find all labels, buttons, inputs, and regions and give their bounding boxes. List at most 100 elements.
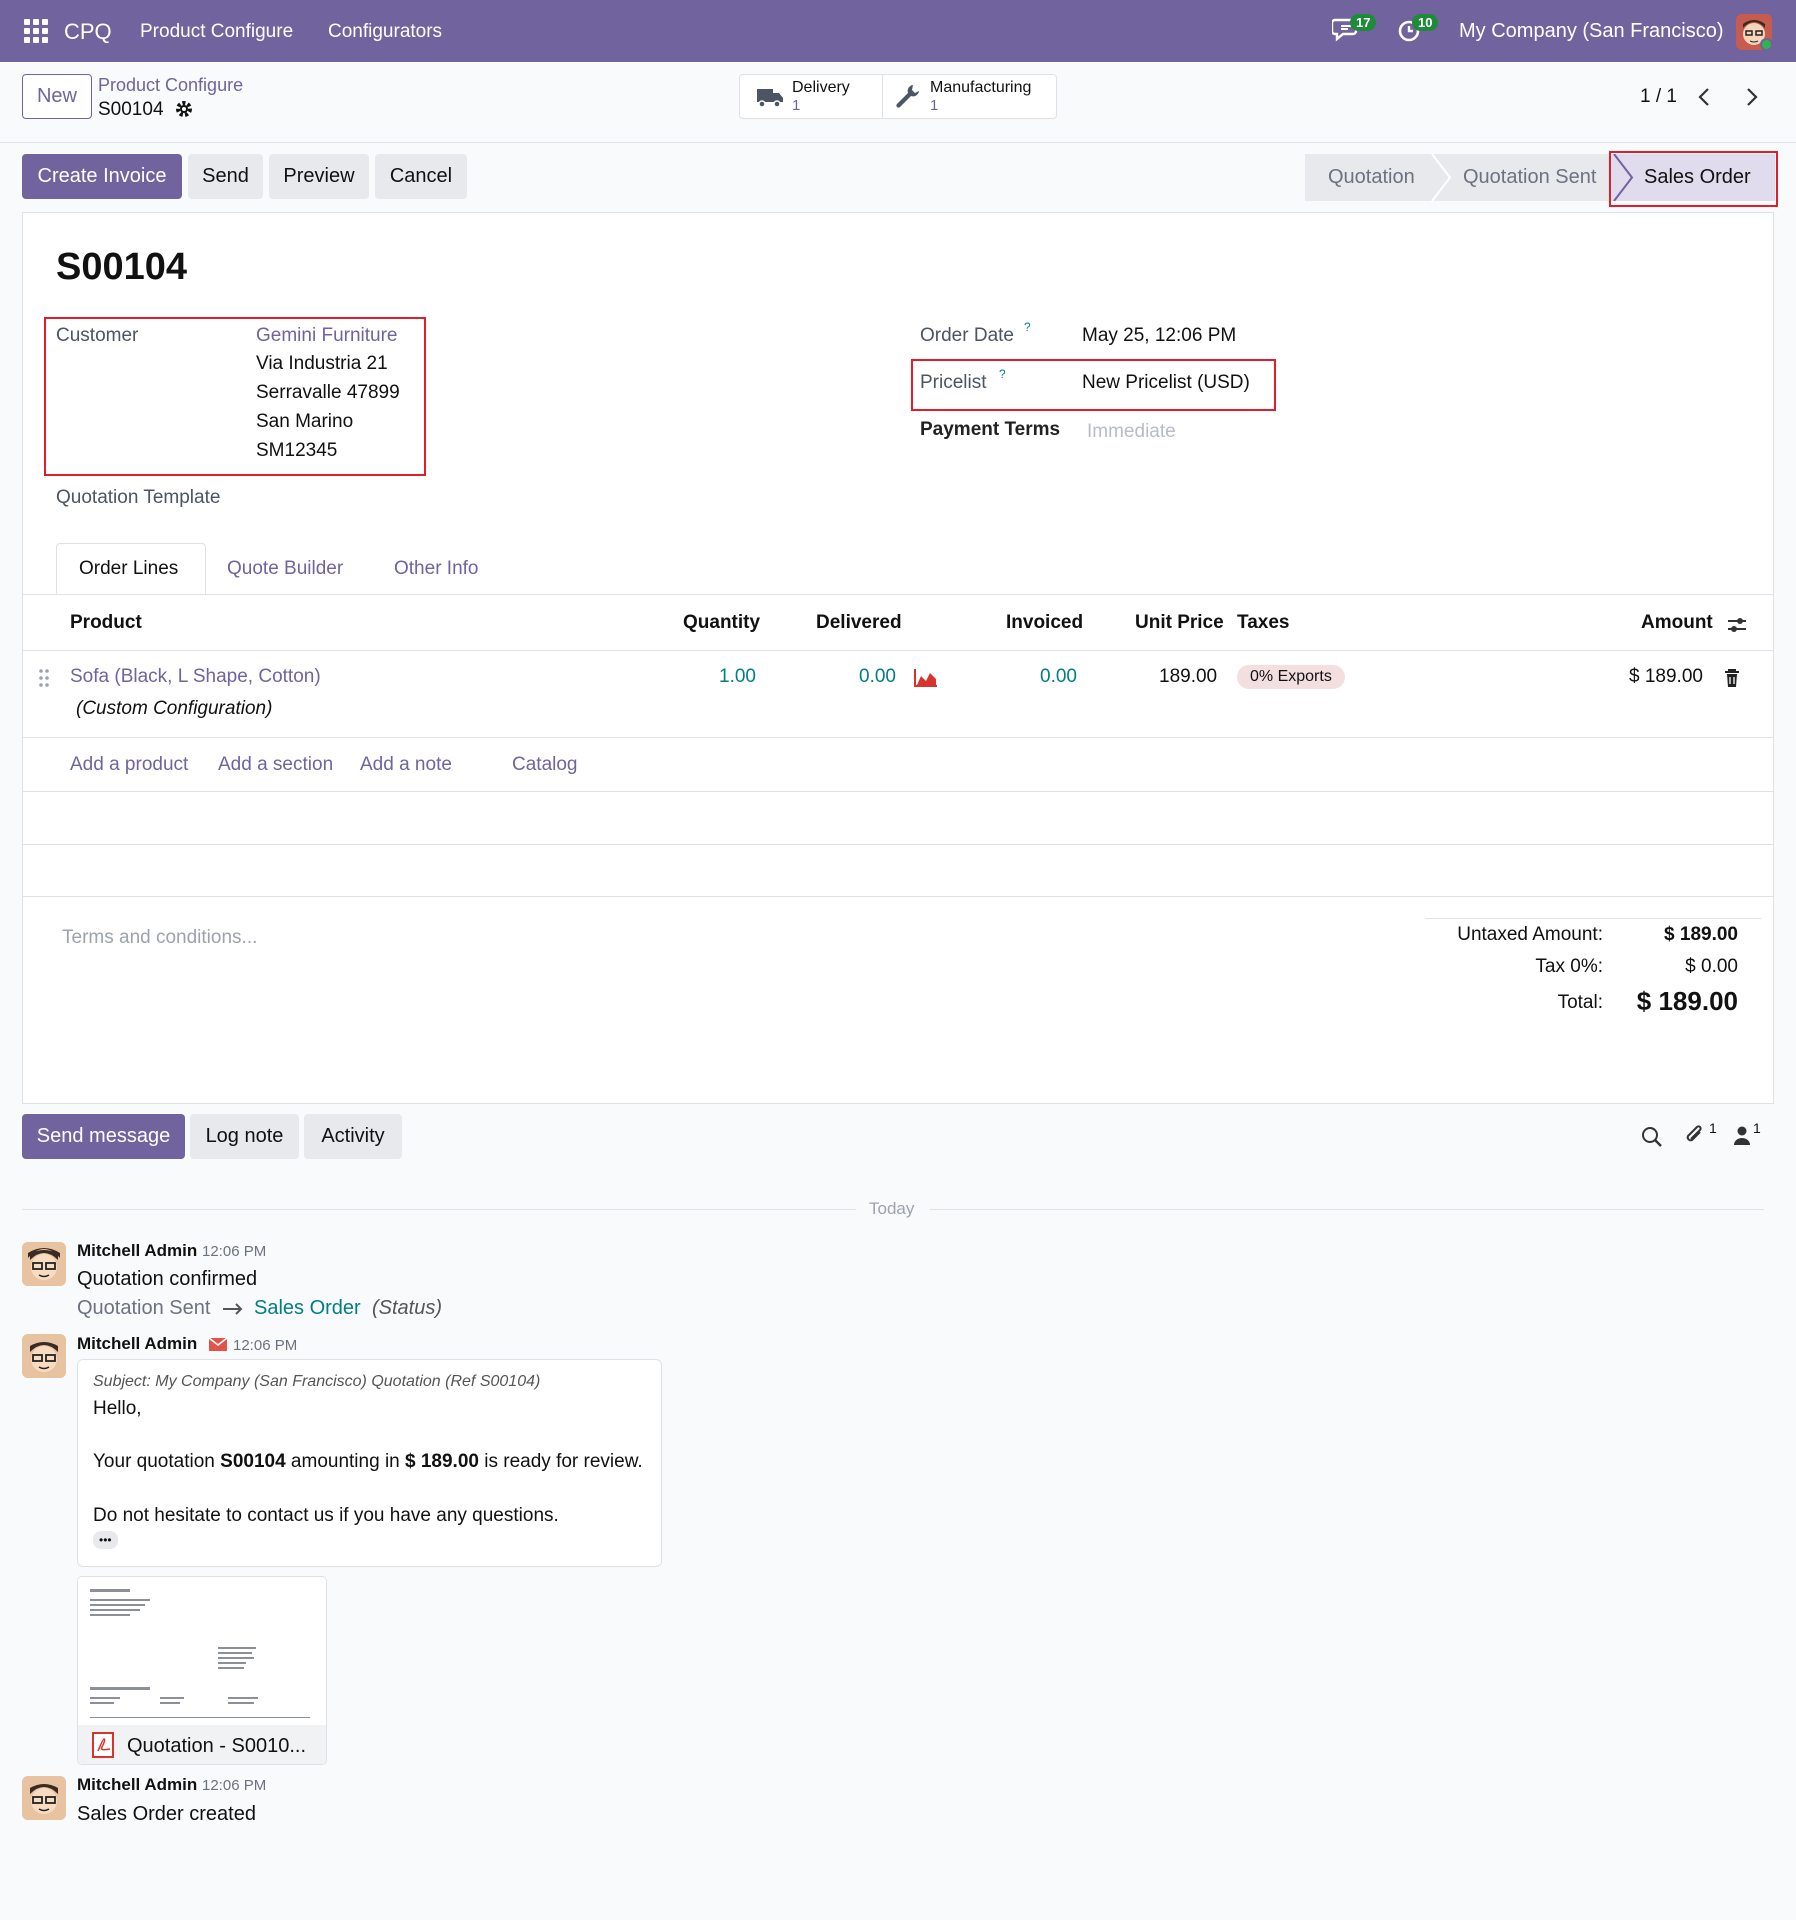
header-divider bbox=[22, 650, 1774, 651]
preview-button[interactable]: Preview bbox=[269, 154, 369, 199]
send-button[interactable]: Send bbox=[188, 154, 263, 199]
trash-icon[interactable] bbox=[1724, 668, 1740, 688]
record-title: S00104 bbox=[56, 246, 188, 288]
apps-menu-icon[interactable] bbox=[24, 19, 48, 43]
line-quantity[interactable]: 1.00 bbox=[719, 666, 756, 688]
author-avatar[interactable] bbox=[22, 1334, 66, 1378]
order-date-label: Order Date bbox=[920, 325, 1014, 346]
message-author[interactable]: Mitchell Admin bbox=[77, 1334, 197, 1354]
line-unit-price[interactable]: 189.00 bbox=[1159, 666, 1217, 688]
truck-icon bbox=[757, 89, 783, 108]
followers-icon[interactable] bbox=[1733, 1126, 1751, 1146]
send-message-button[interactable]: Send message bbox=[22, 1114, 185, 1159]
drag-handle-icon[interactable] bbox=[38, 668, 50, 688]
control-panel-divider bbox=[0, 142, 1796, 143]
activity-button[interactable]: Activity bbox=[304, 1114, 402, 1159]
delivery-label: Delivery bbox=[792, 79, 850, 96]
col-unit-price[interactable]: Unit Price bbox=[1135, 612, 1224, 634]
search-icon[interactable] bbox=[1641, 1126, 1663, 1148]
row-divider bbox=[22, 844, 1774, 845]
pager-value[interactable]: 1 / 1 bbox=[1640, 86, 1677, 108]
row-divider bbox=[22, 896, 1774, 897]
email-closing: Do not hesitate to contact us if you hav… bbox=[93, 1505, 559, 1526]
untaxed-value: $ 189.00 bbox=[1664, 924, 1738, 945]
email-text: Your quotation bbox=[93, 1451, 221, 1472]
company-switcher[interactable]: My Company (San Francisco) bbox=[1459, 20, 1724, 43]
add-section-link[interactable]: Add a section bbox=[218, 754, 333, 776]
line-product[interactable]: Sofa (Black, L Shape, Cotton) bbox=[70, 666, 321, 688]
total-label: Total: bbox=[1557, 992, 1603, 1013]
status-quotation-sent[interactable]: Quotation Sent bbox=[1463, 166, 1596, 189]
attachment-thumbnail bbox=[78, 1577, 326, 1725]
date-divider-label: Today bbox=[869, 1199, 915, 1218]
col-product[interactable]: Product bbox=[70, 612, 142, 634]
author-avatar[interactable] bbox=[22, 1242, 66, 1286]
col-taxes[interactable]: Taxes bbox=[1237, 612, 1289, 634]
tab-order-lines-label: Order Lines bbox=[79, 558, 179, 579]
tab-quote-builder[interactable]: Quote Builder bbox=[227, 558, 343, 580]
message-author[interactable]: Mitchell Admin bbox=[77, 1241, 197, 1261]
status-quotation[interactable]: Quotation bbox=[1328, 166, 1415, 189]
highlight-pricelist-box bbox=[911, 359, 1276, 411]
top-navbar: CPQ Product Configure Configurators 17 1… bbox=[0, 0, 1796, 62]
message-author[interactable]: Mitchell Admin bbox=[77, 1775, 197, 1795]
menu-product-configure[interactable]: Product Configure bbox=[140, 21, 293, 43]
payment-terms-input[interactable]: Immediate bbox=[1087, 421, 1176, 443]
catalog-link[interactable]: Catalog bbox=[512, 754, 578, 776]
activities-icon[interactable]: 10 bbox=[1396, 14, 1439, 46]
breadcrumb-current: S00104 bbox=[98, 99, 164, 120]
totals-divider bbox=[1425, 918, 1761, 919]
col-amount[interactable]: Amount bbox=[1641, 612, 1713, 634]
email-greeting: Hello, bbox=[93, 1398, 142, 1419]
terms-input[interactable]: Terms and conditions... bbox=[62, 927, 257, 949]
col-delivered[interactable]: Delivered bbox=[816, 612, 902, 634]
manufacturing-label: Manufacturing bbox=[930, 79, 1032, 96]
order-date-value[interactable]: May 25, 12:06 PM bbox=[1082, 325, 1236, 347]
date-divider-left bbox=[22, 1209, 856, 1210]
col-quantity[interactable]: Quantity bbox=[683, 612, 760, 634]
attachments-count: 1 bbox=[1709, 1120, 1717, 1136]
pager-prev-icon[interactable] bbox=[1696, 86, 1712, 114]
column-settings-icon[interactable] bbox=[1726, 614, 1748, 636]
messages-icon[interactable]: 17 bbox=[1330, 14, 1377, 46]
row-divider bbox=[22, 791, 1774, 792]
delivery-smart-button[interactable]: Delivery 1 bbox=[740, 75, 883, 118]
quotation-template-label: Quotation Template bbox=[56, 487, 221, 508]
order-date-help-icon[interactable]: ? bbox=[1024, 320, 1031, 334]
add-product-link[interactable]: Add a product bbox=[70, 754, 188, 776]
tab-other-info[interactable]: Other Info bbox=[394, 558, 479, 580]
col-invoiced[interactable]: Invoiced bbox=[1006, 612, 1083, 634]
email-amount: $ 189.00 bbox=[405, 1451, 479, 1472]
author-avatar[interactable] bbox=[22, 1776, 66, 1820]
gear-icon[interactable] bbox=[174, 99, 194, 125]
line-tax-badge[interactable]: 0% Exports bbox=[1237, 665, 1345, 689]
arrow-right-icon bbox=[223, 1303, 243, 1315]
highlight-status-box bbox=[1609, 151, 1778, 207]
paperclip-icon[interactable] bbox=[1683, 1124, 1707, 1148]
followers-count: 1 bbox=[1753, 1120, 1761, 1136]
add-note-link[interactable]: Add a note bbox=[360, 754, 452, 776]
pager-next-icon[interactable] bbox=[1744, 86, 1760, 114]
forecast-chart-icon[interactable] bbox=[914, 668, 938, 688]
online-status-dot bbox=[1760, 38, 1773, 51]
line-delivered: 0.00 bbox=[859, 666, 896, 687]
tab-order-lines[interactable]: Order Lines bbox=[56, 543, 206, 595]
menu-configurators[interactable]: Configurators bbox=[328, 21, 442, 43]
attachment-name[interactable]: Quotation - S0010... bbox=[127, 1735, 306, 1758]
expand-more-button[interactable]: ••• bbox=[93, 1531, 118, 1549]
tax-value: $ 0.00 bbox=[1685, 956, 1738, 977]
attachment-card[interactable]: Quotation - S0010... bbox=[77, 1576, 327, 1765]
tracking-old-value: Quotation Sent bbox=[77, 1297, 211, 1319]
message-time: 12:06 PM bbox=[202, 1777, 267, 1794]
email-ref: S00104 bbox=[220, 1451, 286, 1472]
total-value: $ 189.00 bbox=[1636, 986, 1738, 1016]
email-message-bubble: Subject: My Company (San Francisco) Quot… bbox=[77, 1359, 662, 1567]
log-note-button[interactable]: Log note bbox=[190, 1114, 299, 1159]
create-invoice-button[interactable]: Create Invoice bbox=[22, 154, 182, 199]
new-button[interactable]: New bbox=[22, 74, 92, 119]
manufacturing-smart-button[interactable]: Manufacturing 1 bbox=[884, 75, 1056, 118]
envelope-icon bbox=[208, 1337, 228, 1351]
cancel-button[interactable]: Cancel bbox=[375, 154, 467, 199]
breadcrumb-parent[interactable]: Product Configure bbox=[98, 75, 243, 96]
app-brand[interactable]: CPQ bbox=[64, 19, 112, 45]
